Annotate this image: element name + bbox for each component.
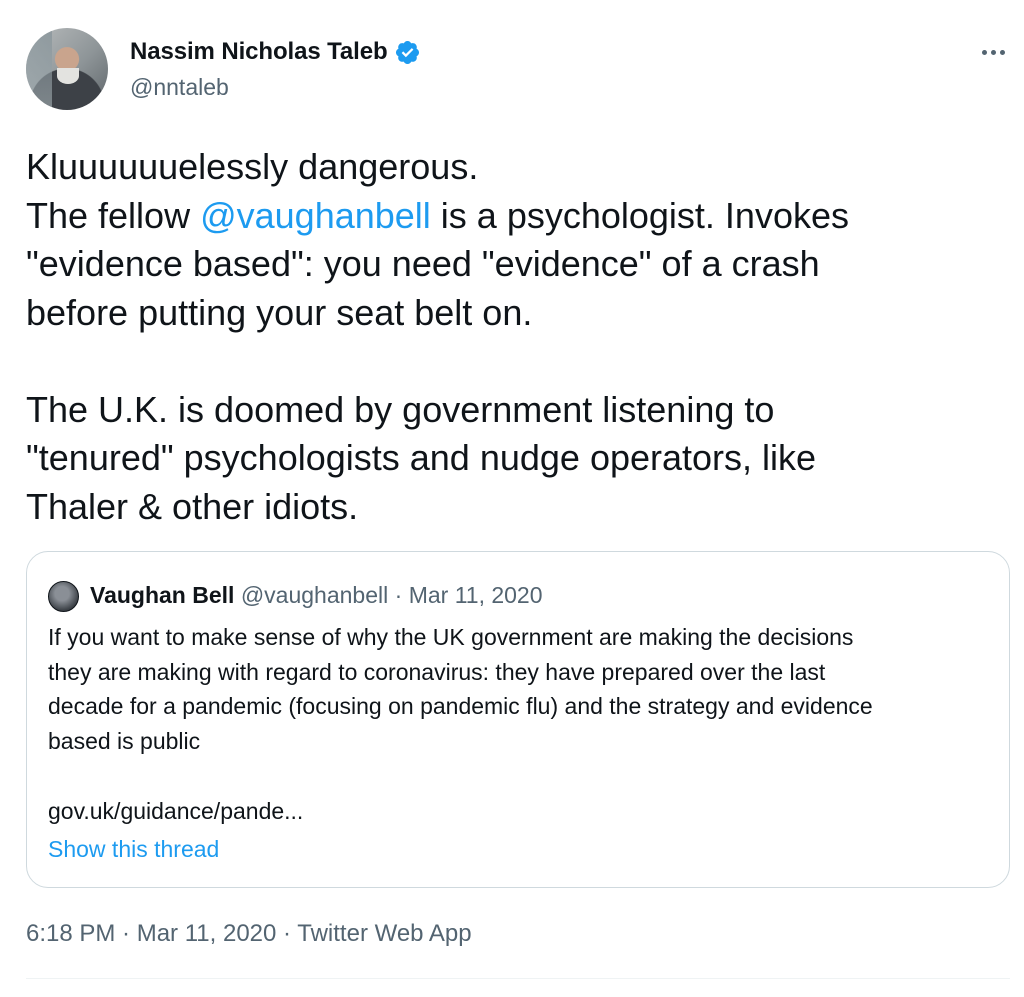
quoted-tweet-header: Vaughan Bell @vaughanbell · Mar 11, 2020 (90, 580, 543, 610)
author-handle[interactable]: @nntaleb (130, 74, 229, 101)
tweet-text-rest: is a psychologist. Invokes "evidence bas… (26, 194, 849, 527)
quoted-tweet-text: If you want to make sense of why the UK … (48, 624, 873, 754)
quoted-author-name[interactable]: Vaughan Bell (90, 582, 234, 608)
avatar-background (26, 28, 52, 110)
quoted-author-handle: @vaughanbell (240, 582, 389, 608)
tweet-metadata: 6:18 PM · Mar 11, 2020 · Twitter Web App (26, 917, 472, 951)
author-display-name[interactable]: Nassim Nicholas Taleb (130, 38, 388, 66)
tweet-text-prefix: The fellow (26, 194, 201, 236)
avatar-detail (57, 68, 79, 84)
quoted-author-avatar[interactable] (48, 581, 79, 612)
tweet-text: Kluuuuuuelessly dangerous. The fellow @v… (26, 143, 996, 531)
divider (26, 978, 1010, 979)
footer-separator: · (276, 920, 298, 947)
more-options-icon[interactable] (976, 40, 1010, 64)
tweet-date[interactable]: Mar 11, 2020 (137, 920, 277, 947)
show-thread-link[interactable]: Show this thread (48, 832, 219, 866)
quoted-date[interactable]: Mar 11, 2020 (409, 582, 543, 608)
tweet-text-line1: Kluuuuuuelessly dangerous. (26, 146, 479, 187)
footer-separator: · (115, 920, 137, 947)
more-dot (990, 49, 996, 55)
author-name-row: Nassim Nicholas Taleb (130, 38, 421, 66)
more-dot (981, 49, 987, 55)
tweet: Nassim Nicholas Taleb @nntaleb Kluuuuuue… (0, 0, 1024, 997)
author-avatar[interactable] (26, 28, 108, 110)
tweet-time[interactable]: 6:18 PM (26, 920, 115, 947)
mention-link[interactable]: @vaughanbell (200, 195, 431, 236)
quoted-tweet[interactable]: Vaughan Bell @vaughanbell · Mar 11, 2020… (26, 551, 1010, 888)
more-dot (999, 49, 1005, 55)
verified-badge-icon (395, 40, 419, 64)
quoted-separator: · (388, 582, 409, 608)
quoted-tweet-link[interactable]: gov.uk/guidance/pande... (48, 794, 303, 828)
tweet-source[interactable]: Twitter Web App (297, 920, 471, 947)
